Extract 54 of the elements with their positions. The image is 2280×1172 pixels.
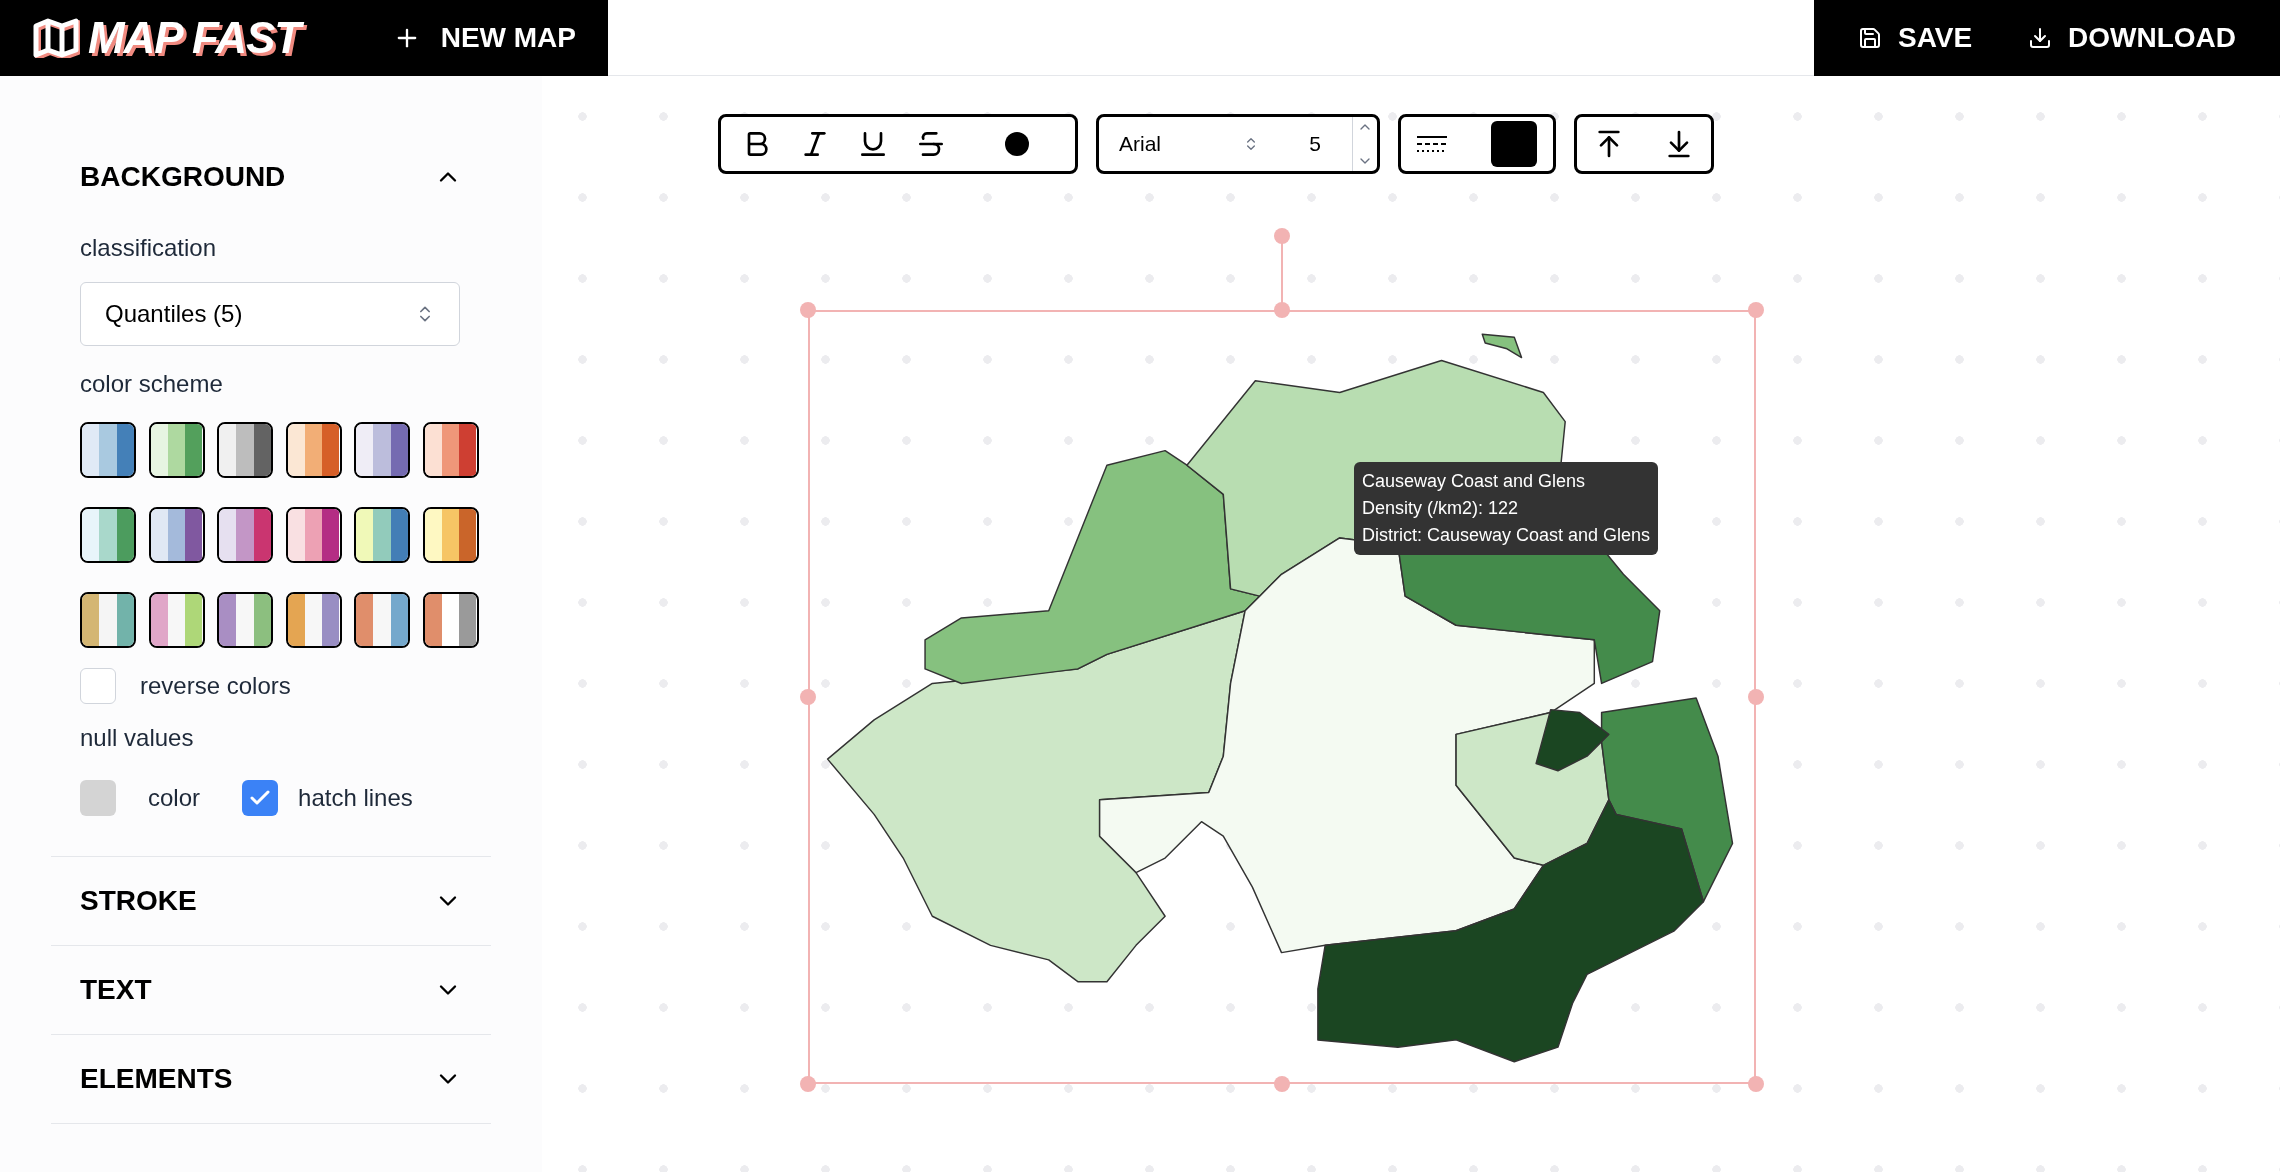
resize-handle[interactable]: [800, 302, 816, 318]
color-scheme-swatch[interactable]: [148, 507, 205, 563]
resize-handle[interactable]: [1748, 689, 1764, 705]
color-scheme-swatch[interactable]: [422, 592, 479, 648]
color-scheme-swatch[interactable]: [148, 422, 205, 478]
checkbox[interactable]: [242, 780, 279, 816]
color-scheme-swatch[interactable]: [354, 422, 410, 478]
checkbox[interactable]: [80, 668, 116, 704]
rotate-handle[interactable]: [1274, 228, 1290, 244]
color-scheme-swatch[interactable]: [80, 592, 136, 648]
resize-handle[interactable]: [1748, 1076, 1764, 1092]
section-header[interactable]: TEXT: [51, 946, 491, 1034]
stroke-color-button[interactable]: [1491, 121, 1537, 167]
color-scheme-swatch[interactable]: [354, 507, 410, 563]
line-style-icon[interactable]: [1417, 134, 1447, 154]
field-label: null values: [80, 723, 195, 753]
header-action-button[interactable]: SAVE: [1857, 17, 1973, 59]
checkbox-label: hatch lines: [298, 783, 413, 813]
resize-handle[interactable]: [1274, 1076, 1290, 1092]
tooltip-line: District: Causeway Coast and Glens: [1362, 524, 1651, 547]
tooltip-line: Density (/km2): 122: [1362, 497, 1520, 520]
color-scheme-swatch[interactable]: [285, 592, 342, 648]
save-icon: [1857, 26, 1882, 50]
section-header[interactable]: STROKE: [51, 857, 491, 945]
font-select[interactable]: Arial: [1119, 128, 1259, 160]
color-scheme-swatch[interactable]: [148, 592, 205, 648]
color-scheme-swatch[interactable]: [217, 422, 273, 478]
color-scheme-swatch[interactable]: [285, 422, 342, 478]
color-scheme-swatch[interactable]: [80, 422, 136, 478]
color-scheme-swatch[interactable]: [285, 507, 342, 563]
classification-select[interactable]: Quantiles (5): [80, 282, 460, 346]
color-scheme-swatch[interactable]: [217, 507, 273, 563]
swatch-label: color: [148, 783, 201, 813]
tooltip-line: Causeway Coast and Glens: [1362, 470, 1587, 493]
new-map-button[interactable]: NEW MAP: [392, 17, 576, 59]
font-size-input[interactable]: 5: [1295, 128, 1335, 160]
resize-handle[interactable]: [1748, 302, 1764, 318]
section-header[interactable]: BACKGROUND: [51, 132, 491, 222]
field-label: classification: [80, 233, 218, 263]
color-scheme-swatch[interactable]: [217, 592, 273, 648]
resize-handle[interactable]: [800, 1076, 816, 1092]
color-scheme-swatch[interactable]: [422, 507, 479, 563]
resize-handle[interactable]: [1274, 302, 1290, 318]
download-icon: [2028, 26, 2053, 50]
resize-handle[interactable]: [800, 689, 816, 705]
null-color-swatch[interactable]: [80, 780, 116, 816]
field-label: color scheme: [80, 369, 224, 399]
section-header[interactable]: ELEMENTS: [51, 1035, 491, 1123]
checkbox-label: reverse colors: [140, 671, 291, 701]
color-scheme-swatch[interactable]: [422, 422, 479, 478]
map-logo-icon: [32, 18, 80, 58]
color-scheme-swatch[interactable]: [354, 592, 410, 648]
header-action-button[interactable]: DOWNLOAD: [2028, 17, 2237, 59]
color-scheme-swatch[interactable]: [80, 507, 136, 563]
